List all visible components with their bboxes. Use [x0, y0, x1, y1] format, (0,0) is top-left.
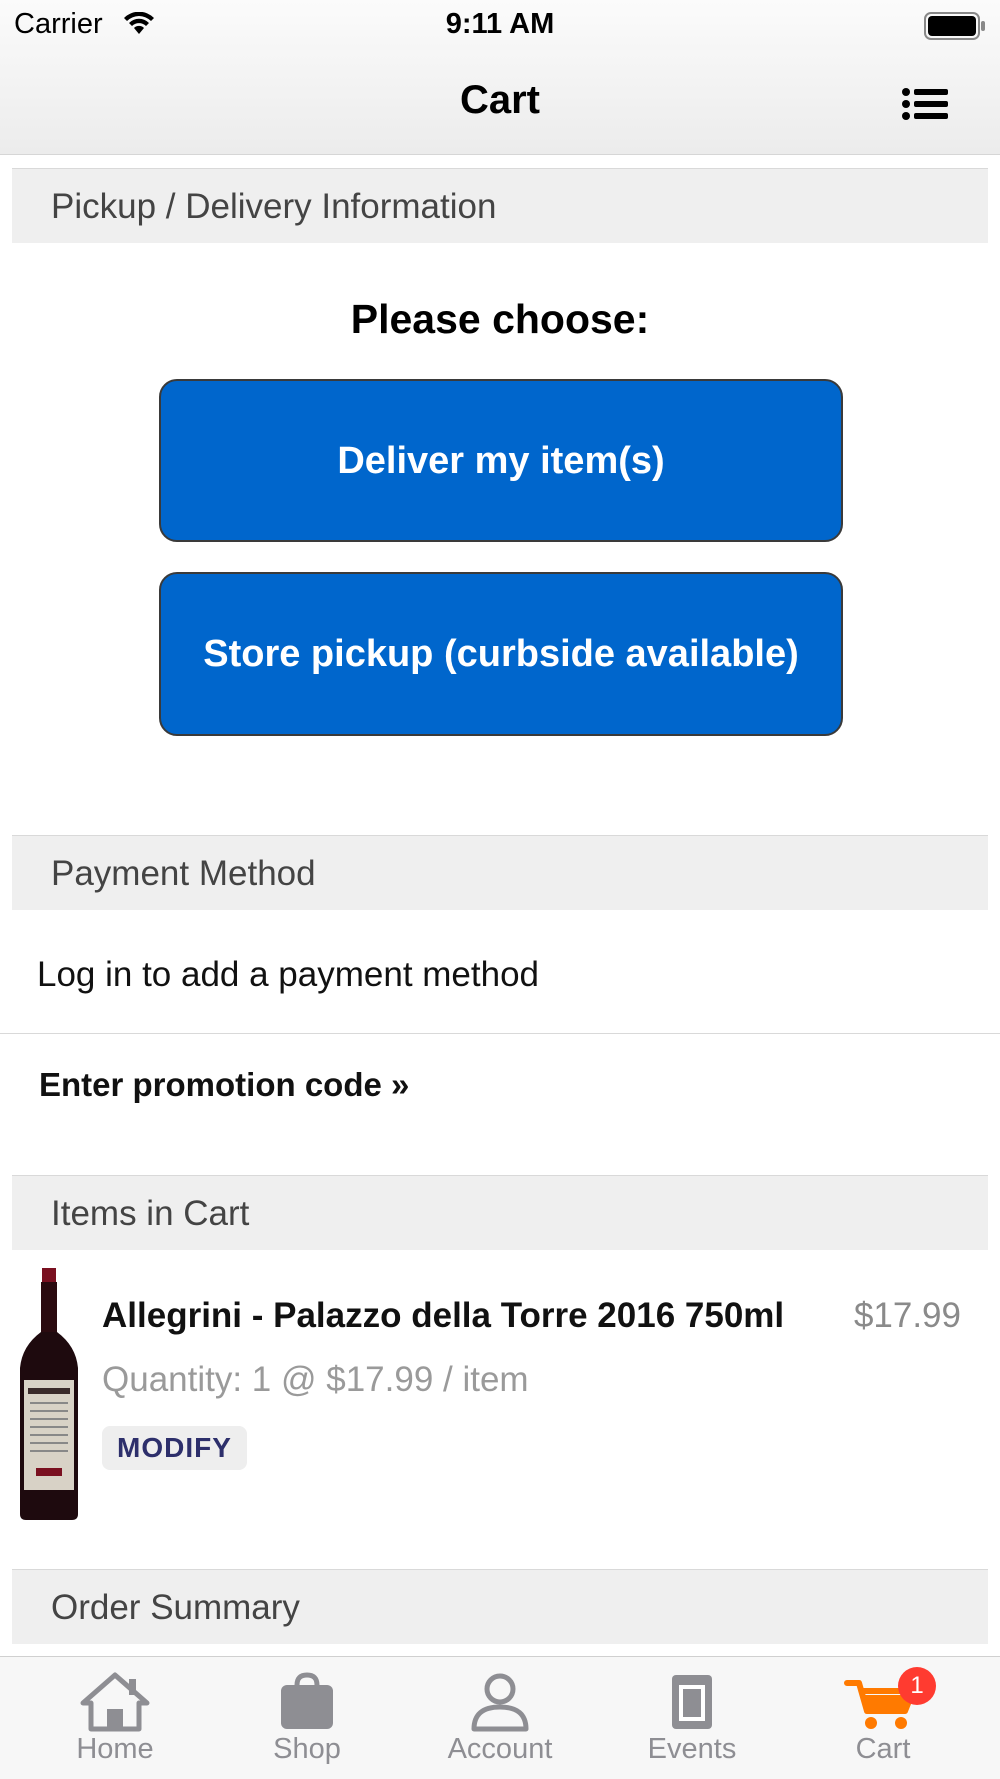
section-title: Pickup / Delivery Information [51, 187, 497, 226]
navigation-bar: Carrier 9:11 AM Cart [0, 0, 1000, 155]
clock: 9:11 AM [445, 8, 555, 40]
tab-shop[interactable]: Shop [207, 1657, 407, 1779]
choose-prompt: Please choose: [350, 296, 650, 342]
tab-label: Home [76, 1733, 154, 1765]
modify-button[interactable]: MODIFY [102, 1426, 247, 1470]
tab-account[interactable]: Account [400, 1657, 600, 1779]
item-price: $17.99 [853, 1296, 961, 1335]
store-pickup-button[interactable]: Store pickup (curbside available) [159, 572, 843, 736]
item-quantity: Quantity: 1 @ $17.99 / item [102, 1360, 529, 1399]
shopping-bag-icon [281, 1672, 333, 1729]
wine-bottle-image [14, 1268, 84, 1522]
tab-label: Account [447, 1733, 553, 1765]
section-header-payment-method: Payment Method [12, 835, 988, 910]
divider [0, 1033, 1000, 1034]
calendar-icon [672, 1675, 712, 1729]
section-header-order-summary: Order Summary [12, 1569, 988, 1644]
section-header-items-in-cart: Items in Cart [12, 1175, 988, 1250]
tab-label: Cart [855, 1733, 911, 1765]
tab-events[interactable]: Events [592, 1657, 792, 1779]
deliver-button[interactable]: Deliver my item(s) [159, 379, 843, 542]
status-bar: Carrier 9:11 AM [0, 0, 1000, 50]
cart-badge: 1 [898, 1667, 936, 1705]
section-title: Order Summary [51, 1588, 300, 1627]
person-icon [471, 1673, 529, 1732]
section-title: Items in Cart [51, 1194, 250, 1233]
list-icon[interactable] [902, 88, 950, 125]
item-name: Allegrini - Palazzo della Torre 2016 750… [102, 1296, 785, 1335]
home-icon [80, 1672, 150, 1732]
tab-label: Shop [273, 1733, 341, 1765]
section-title: Payment Method [51, 854, 316, 893]
tab-home[interactable]: Home [15, 1657, 215, 1779]
payment-login-message[interactable]: Log in to add a payment method [37, 955, 539, 995]
section-header-pickup-delivery: Pickup / Delivery Information [12, 168, 988, 243]
tab-bar: Home Shop Account Events 1 Cart [0, 1656, 1000, 1779]
tab-label: Events [647, 1733, 737, 1765]
page-title: Cart [459, 78, 541, 122]
promotion-code-link[interactable]: Enter promotion code » [39, 1066, 409, 1104]
tab-cart[interactable]: 1 Cart [783, 1657, 983, 1779]
battery-icon [924, 12, 986, 45]
